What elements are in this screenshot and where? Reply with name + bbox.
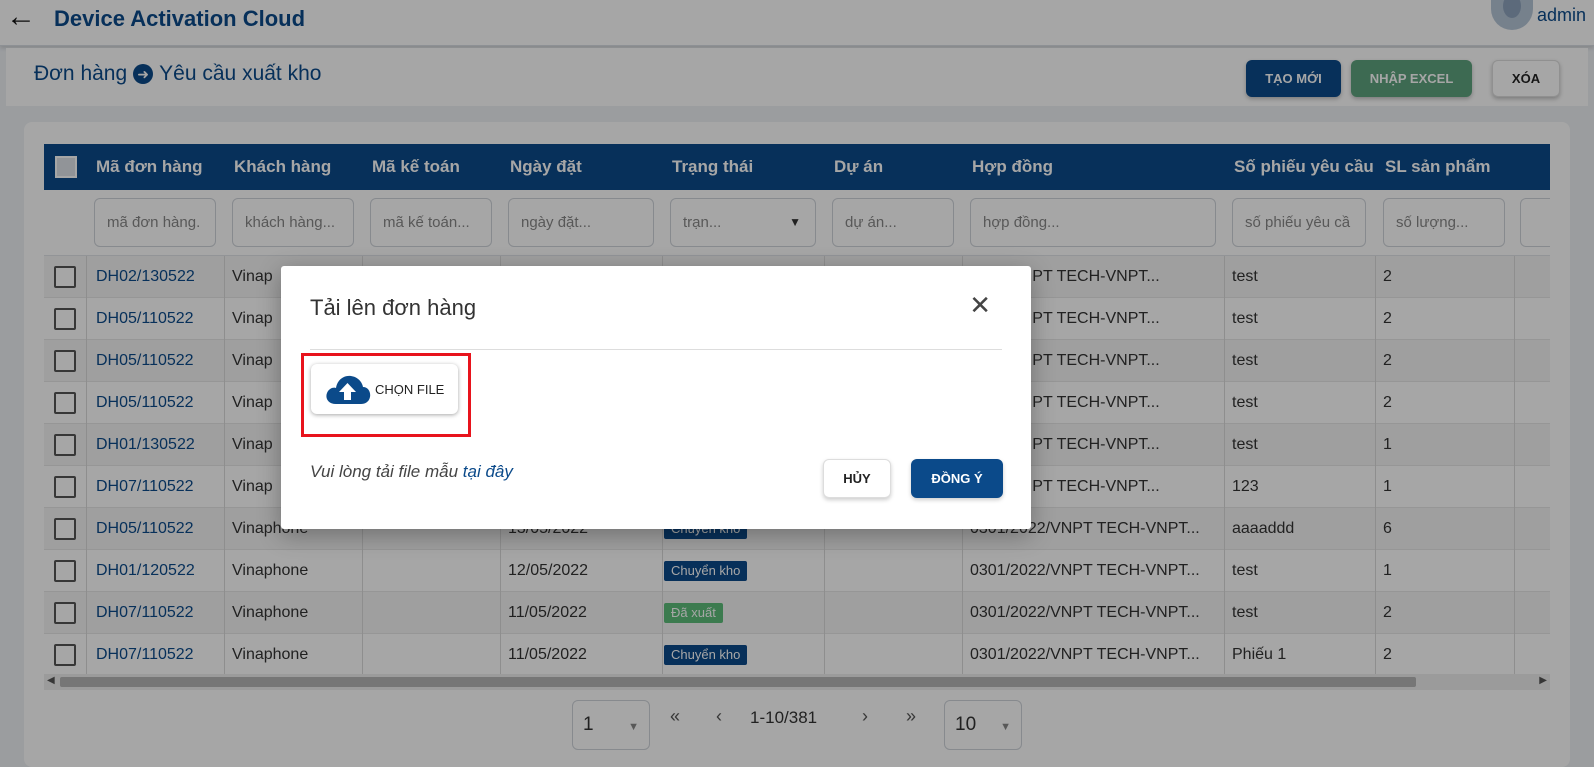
template-hint-text: Vui lòng tải file mẫu [310, 462, 459, 481]
template-download-link[interactable]: tại đây [463, 462, 513, 481]
choose-file-label: CHỌN FILE [375, 381, 445, 397]
cancel-button[interactable]: HỦY [823, 459, 891, 498]
template-hint: Vui lòng tải file mẫu tại đây [310, 462, 513, 482]
dialog-divider [310, 349, 1002, 350]
close-icon[interactable]: ✕ [969, 292, 991, 318]
confirm-button[interactable]: ĐỒNG Ý [911, 459, 1003, 498]
cloud-upload-icon [324, 372, 371, 406]
upload-dialog: Tải lên đơn hàng ✕ CHỌN FILE Vui lòng tả… [281, 266, 1031, 529]
choose-file-button[interactable]: CHỌN FILE [311, 364, 458, 414]
dialog-title: Tải lên đơn hàng [310, 295, 477, 320]
